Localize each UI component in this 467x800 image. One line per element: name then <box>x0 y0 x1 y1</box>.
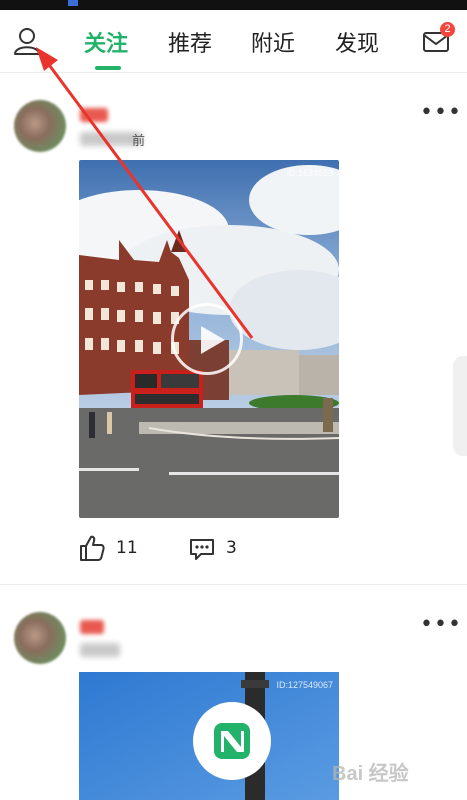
tab-recommended[interactable]: 推荐 <box>168 26 212 58</box>
post-time-suffix: 前 <box>132 134 146 149</box>
tab-discover[interactable]: 发现 <box>335 26 379 58</box>
video-id-watermark: ID:127549067 <box>276 680 333 690</box>
baidu-watermark: Bai 经验 <box>332 763 409 785</box>
post-time <box>80 643 120 657</box>
post-actions: 11 3 <box>0 532 467 566</box>
comment-count: 3 <box>226 538 237 558</box>
tab-following[interactable]: 关注 <box>84 26 128 58</box>
play-button[interactable] <box>171 303 243 375</box>
comment-icon <box>190 539 214 560</box>
top-nav: 关注 推荐 附近 发现 2 <box>0 10 467 72</box>
avatar[interactable] <box>14 100 66 152</box>
tab-nearby[interactable]: 附近 <box>251 26 295 58</box>
active-tab-indicator <box>95 66 121 70</box>
author-name[interactable] <box>80 620 104 634</box>
post-divider <box>0 584 467 585</box>
user-profile-button[interactable] <box>12 26 42 56</box>
more-options-button[interactable]: ••• <box>420 100 462 125</box>
author-name[interactable] <box>80 108 108 122</box>
status-icon <box>68 0 78 6</box>
nav-divider <box>0 72 467 73</box>
comment-button[interactable] <box>188 536 216 562</box>
unread-badge: 2 <box>440 22 455 37</box>
like-count: 11 <box>116 538 138 558</box>
user-icon <box>14 28 40 55</box>
thumbs-up-icon <box>80 535 105 561</box>
video-id-watermark: ID:1624653 <box>286 168 333 178</box>
avatar[interactable] <box>14 612 66 664</box>
status-bar <box>0 0 467 10</box>
app-logo <box>193 702 271 780</box>
app-logo-icon <box>214 723 250 759</box>
side-pull-handle[interactable] <box>453 356 467 456</box>
like-button[interactable] <box>78 534 106 562</box>
play-icon <box>201 326 225 354</box>
more-options-button[interactable]: ••• <box>420 612 462 637</box>
